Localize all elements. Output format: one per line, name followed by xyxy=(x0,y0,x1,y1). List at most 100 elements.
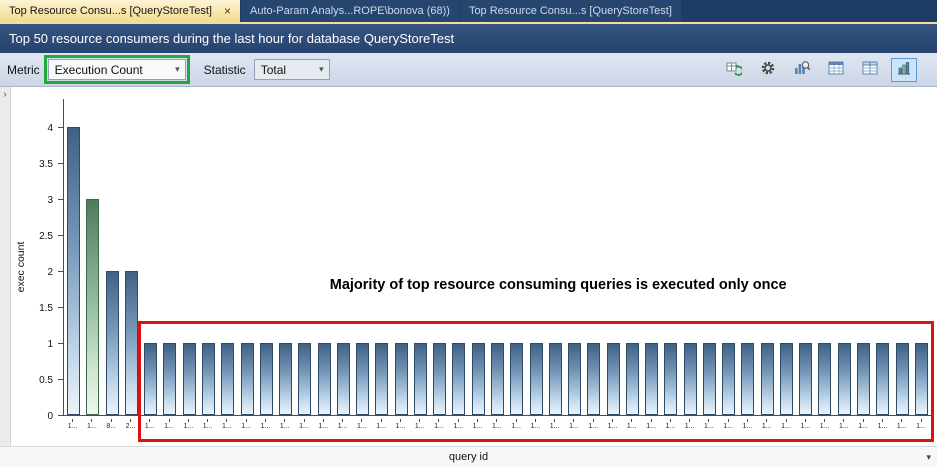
bar[interactable] xyxy=(530,343,543,415)
bar[interactable] xyxy=(915,343,928,415)
bar[interactable] xyxy=(761,343,774,415)
y-tick-label: 1.5 xyxy=(39,303,53,314)
x-tick-label: 1... xyxy=(584,419,603,443)
x-tick-label: 1... xyxy=(796,419,815,443)
bar[interactable] xyxy=(876,343,889,415)
collapsed-panel-toggle[interactable]: › xyxy=(0,87,11,446)
close-icon[interactable]: × xyxy=(224,5,231,17)
bar[interactable] xyxy=(356,343,369,415)
metric-dropdown[interactable]: Execution Count ▾ xyxy=(48,59,186,80)
bar[interactable] xyxy=(298,343,311,415)
bar[interactable] xyxy=(684,343,697,415)
statistic-label: Statistic xyxy=(204,63,246,77)
bar[interactable] xyxy=(722,343,735,415)
x-axis-dropdown-chevron[interactable]: ▾ xyxy=(926,447,931,467)
x-tick-label: 1... xyxy=(82,419,101,443)
bar-slot xyxy=(700,99,719,415)
grid-view-icon xyxy=(828,60,844,79)
document-tab-bar: Top Resource Consu...s [QueryStoreTest] … xyxy=(0,0,937,22)
bar[interactable] xyxy=(260,343,273,415)
chart-canvas: exec count 00.511.522.533.54 Majority of… xyxy=(11,87,937,446)
bar[interactable] xyxy=(607,343,620,415)
bar[interactable] xyxy=(838,343,851,415)
bar-slot xyxy=(815,99,834,415)
tab-top-resource-consumers-2[interactable]: Top Resource Consu...s [QueryStoreTest] xyxy=(460,0,681,22)
bar[interactable] xyxy=(183,343,196,415)
grid-view-button[interactable] xyxy=(823,58,849,82)
x-tick-label: 1... xyxy=(892,419,911,443)
bar[interactable] xyxy=(780,343,793,415)
bar[interactable] xyxy=(163,343,176,415)
chart-zoom-button[interactable] xyxy=(789,58,815,82)
bar[interactable] xyxy=(818,343,831,415)
bar[interactable] xyxy=(414,343,427,415)
bar-slot xyxy=(526,99,545,415)
details-grid-icon xyxy=(862,60,878,79)
statistic-dropdown[interactable]: Total ▾ xyxy=(254,59,330,80)
tab-auto-param-analysis[interactable]: Auto-Param Analys...ROPE\bonova (68)) xyxy=(241,0,459,22)
bar[interactable] xyxy=(703,343,716,415)
bar-slot xyxy=(835,99,854,415)
bar-slot xyxy=(758,99,777,415)
bar[interactable] xyxy=(125,271,138,415)
bar[interactable] xyxy=(568,343,581,415)
bar[interactable] xyxy=(452,343,465,415)
bar[interactable] xyxy=(433,343,446,415)
x-tick-label: 1... xyxy=(854,419,873,443)
bar[interactable] xyxy=(279,343,292,415)
bar[interactable] xyxy=(202,343,215,415)
bar[interactable] xyxy=(337,343,350,415)
x-tick-label: 1... xyxy=(333,419,352,443)
bar-slot xyxy=(507,99,526,415)
bar[interactable] xyxy=(549,343,562,415)
x-tick-label: 1... xyxy=(680,419,699,443)
bar[interactable] xyxy=(375,343,388,415)
x-tick-label: 1... xyxy=(198,419,217,443)
bar-slot xyxy=(218,99,237,415)
x-tick-label: 1... xyxy=(256,419,275,443)
refresh-grid-icon xyxy=(726,60,742,79)
tab-top-resource-consumers-active[interactable]: Top Resource Consu...s [QueryStoreTest] … xyxy=(0,0,240,22)
bar[interactable] xyxy=(395,343,408,415)
x-tick-label: 1... xyxy=(661,419,680,443)
bar-slot xyxy=(199,99,218,415)
bar[interactable] xyxy=(144,343,157,415)
report-header: Top 50 resource consumers during the las… xyxy=(0,24,937,53)
y-tick-label: 4 xyxy=(47,123,53,134)
x-tick-label: 1... xyxy=(545,419,564,443)
bar[interactable] xyxy=(626,343,639,415)
plot-area: Majority of top resource consuming queri… xyxy=(63,99,931,416)
bar-slot xyxy=(488,99,507,415)
bar[interactable] xyxy=(664,343,677,415)
bar[interactable] xyxy=(857,343,870,415)
bar[interactable] xyxy=(645,343,658,415)
x-tick-label: 1... xyxy=(179,419,198,443)
bar-slot xyxy=(854,99,873,415)
bar[interactable] xyxy=(241,343,254,415)
refresh-grid-button[interactable] xyxy=(721,58,747,82)
bar[interactable] xyxy=(587,343,600,415)
bar-chart-view-button[interactable] xyxy=(891,58,917,82)
bar[interactable] xyxy=(67,127,80,415)
bar[interactable] xyxy=(318,343,331,415)
bar-slot xyxy=(372,99,391,415)
details-grid-button[interactable] xyxy=(857,58,883,82)
bar-highlighted[interactable] xyxy=(86,199,99,415)
app-window: Top Resource Consu...s [QueryStoreTest] … xyxy=(0,0,937,467)
bar[interactable] xyxy=(799,343,812,415)
bar-slot xyxy=(83,99,102,415)
bar[interactable] xyxy=(106,271,119,415)
settings-button[interactable] xyxy=(755,58,781,82)
x-tick-label: 1... xyxy=(372,419,391,443)
bar-slot xyxy=(160,99,179,415)
x-tick-label: 1... xyxy=(873,419,892,443)
bar[interactable] xyxy=(896,343,909,415)
bar[interactable] xyxy=(741,343,754,415)
bar[interactable] xyxy=(221,343,234,415)
bar[interactable] xyxy=(510,343,523,415)
bar-slot xyxy=(392,99,411,415)
bar[interactable] xyxy=(472,343,485,415)
bar-slot xyxy=(469,99,488,415)
y-tick-label: 3.5 xyxy=(39,159,53,170)
bar[interactable] xyxy=(491,343,504,415)
